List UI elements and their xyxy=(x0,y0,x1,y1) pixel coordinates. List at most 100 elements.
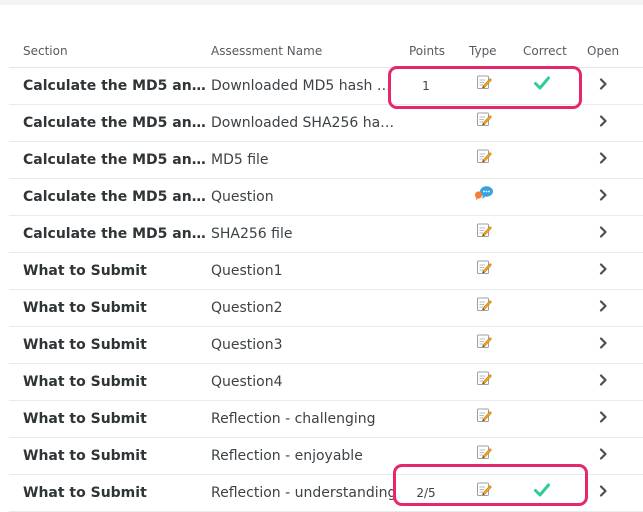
assessment-name-cell[interactable]: Downloaded SHA256 hash... xyxy=(211,105,397,141)
type-cell xyxy=(471,290,497,326)
type-cell xyxy=(471,327,497,363)
open-button[interactable] xyxy=(593,179,613,215)
section-cell: What to Submit xyxy=(23,411,147,427)
assessment-name-cell[interactable]: Question xyxy=(211,179,397,215)
assessment-name-cell[interactable]: Reflection - understanding xyxy=(211,475,397,511)
points-cell xyxy=(399,401,453,437)
open-button[interactable] xyxy=(593,290,613,326)
correct-cell xyxy=(527,290,557,326)
table-row[interactable]: What to Submit Question2 xyxy=(9,290,643,327)
open-button[interactable] xyxy=(593,401,613,437)
section-cell: Calculate the MD5 and SH... xyxy=(23,115,209,131)
assessment-name-cell[interactable]: Question4 xyxy=(211,364,397,400)
table-row[interactable]: What to Submit Question1 xyxy=(9,253,643,290)
header-points[interactable]: Points xyxy=(409,44,445,58)
open-button[interactable] xyxy=(593,68,613,104)
header-section[interactable]: Section xyxy=(23,44,68,58)
table-row[interactable]: What to Submit Question4 xyxy=(9,364,643,401)
table-row[interactable]: Calculate the MD5 and SH...Downloaded SH… xyxy=(9,105,643,142)
section-cell: What to Submit xyxy=(23,485,147,501)
correct-cell xyxy=(527,216,557,252)
section-cell: What to Submit xyxy=(23,448,147,464)
section-cell: Calculate the MD5 and SH... xyxy=(23,78,209,94)
table-body: Calculate the MD5 and SH...Downloaded MD… xyxy=(9,68,643,512)
chevron-right-icon[interactable] xyxy=(598,327,608,363)
section-cell: What to Submit xyxy=(23,263,147,279)
type-cell xyxy=(471,179,497,215)
assessment-name-cell[interactable]: Downloaded MD5 hash va... xyxy=(211,68,397,104)
assessment-name-cell[interactable]: Reflection - enjoyable xyxy=(211,438,397,474)
open-button[interactable] xyxy=(593,364,613,400)
type-cell xyxy=(471,142,497,178)
chevron-right-icon[interactable] xyxy=(598,290,608,326)
points-cell xyxy=(399,179,453,215)
assessment-name-cell[interactable]: SHA256 file xyxy=(211,216,397,252)
assignment-icon xyxy=(476,327,492,363)
section-cell: Calculate the MD5 and SH... xyxy=(23,226,209,242)
open-button[interactable] xyxy=(593,327,613,363)
section-cell: Calculate the MD5 and SH... xyxy=(23,152,209,168)
chevron-right-icon[interactable] xyxy=(598,253,608,289)
chevron-right-icon[interactable] xyxy=(598,105,608,141)
header-correct[interactable]: Correct xyxy=(523,44,567,58)
correct-cell xyxy=(527,179,557,215)
assignment-icon xyxy=(476,105,492,141)
type-cell xyxy=(471,364,497,400)
open-button[interactable] xyxy=(593,142,613,178)
header-open[interactable]: Open xyxy=(587,44,619,58)
assessment-name-cell[interactable]: Question3 xyxy=(211,327,397,363)
assignment-icon xyxy=(476,364,492,400)
open-button[interactable] xyxy=(593,216,613,252)
assessment-name-cell[interactable]: MD5 file xyxy=(211,142,397,178)
chevron-right-icon[interactable] xyxy=(598,216,608,252)
table-row[interactable]: Calculate the MD5 and SH...MD5 file xyxy=(9,142,643,179)
correct-cell xyxy=(527,401,557,437)
open-button[interactable] xyxy=(593,438,613,474)
table-row[interactable]: What to Submit Reflection - challenging xyxy=(9,401,643,438)
points-cell xyxy=(399,253,453,289)
points-cell xyxy=(399,364,453,400)
chevron-right-icon[interactable] xyxy=(598,438,608,474)
assignment-icon xyxy=(476,401,492,437)
assessment-table: Section Assessment Name Points Type Corr… xyxy=(9,42,643,512)
assessment-name-cell[interactable]: Question1 xyxy=(211,253,397,289)
points-cell xyxy=(399,142,453,178)
correct-cell xyxy=(527,364,557,400)
assignment-icon xyxy=(476,216,492,252)
chevron-right-icon[interactable] xyxy=(598,401,608,437)
table-row[interactable]: What to Submit Question3 xyxy=(9,327,643,364)
open-button[interactable] xyxy=(593,475,613,511)
assignment-icon xyxy=(476,142,492,178)
chevron-right-icon[interactable] xyxy=(598,475,608,511)
highlight-box-first xyxy=(388,66,582,109)
type-cell xyxy=(471,216,497,252)
chevron-right-icon[interactable] xyxy=(598,179,608,215)
assessment-name-cell[interactable]: Question2 xyxy=(211,290,397,326)
assignment-icon xyxy=(476,290,492,326)
open-button[interactable] xyxy=(593,105,613,141)
assessment-name-cell[interactable]: Reflection - challenging xyxy=(211,401,397,437)
chevron-right-icon[interactable] xyxy=(598,68,608,104)
table-row[interactable]: Calculate the MD5 and SH...Question xyxy=(9,179,643,216)
section-cell: What to Submit xyxy=(23,337,147,353)
open-button[interactable] xyxy=(593,253,613,289)
header-assessment-name[interactable]: Assessment Name xyxy=(211,44,322,58)
chevron-right-icon[interactable] xyxy=(598,364,608,400)
correct-cell xyxy=(527,253,557,289)
section-cell: What to Submit xyxy=(23,374,147,390)
points-cell xyxy=(399,327,453,363)
header-type[interactable]: Type xyxy=(469,44,497,58)
table-row[interactable]: Calculate the MD5 and SH...SHA256 file xyxy=(9,216,643,253)
chevron-right-icon[interactable] xyxy=(598,142,608,178)
correct-cell xyxy=(527,327,557,363)
table-header: Section Assessment Name Points Type Corr… xyxy=(9,42,643,68)
correct-cell xyxy=(527,142,557,178)
question-icon xyxy=(474,179,494,215)
points-cell xyxy=(399,105,453,141)
type-cell xyxy=(471,401,497,437)
points-cell xyxy=(399,216,453,252)
top-strip xyxy=(0,0,643,5)
assignment-icon xyxy=(476,253,492,289)
type-cell xyxy=(471,253,497,289)
section-cell: What to Submit xyxy=(23,300,147,316)
